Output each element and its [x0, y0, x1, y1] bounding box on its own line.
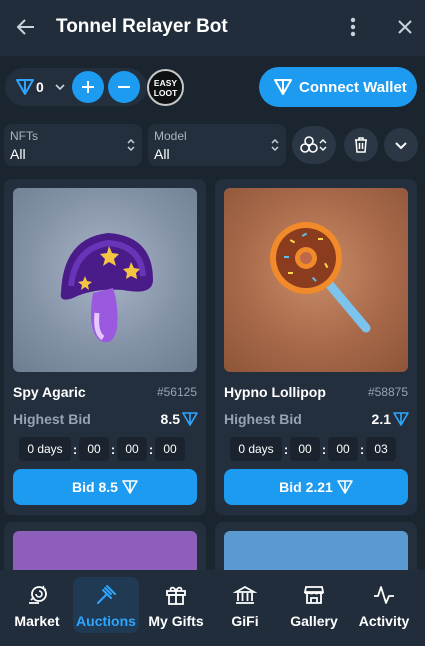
bank-icon [233, 585, 257, 604]
gift-number: #56125 [156, 385, 197, 399]
chevron-down-icon [395, 142, 407, 150]
nav-item-market[interactable]: Market [4, 577, 70, 633]
bid-button-label: Bid 2.21 [279, 479, 333, 495]
ton-icon [337, 480, 353, 494]
timer-seconds: 03 [366, 437, 396, 461]
ton-icon [182, 412, 198, 426]
nav-label: Activity [358, 613, 410, 629]
bid-button[interactable]: Bid 8.5 [13, 469, 197, 505]
countdown-timer: 0 days : 00 : 00 : 03 [230, 437, 396, 461]
nav-item-gifi[interactable]: GiFi [212, 577, 278, 633]
nav-label: My Gifts [148, 613, 204, 629]
gift-image [13, 188, 197, 372]
nav-label: Gallery [290, 613, 338, 629]
trash-icon [355, 137, 367, 153]
timer-separator: : [283, 441, 289, 457]
more-vertical-icon[interactable] [344, 14, 362, 40]
filter-value: All [154, 146, 170, 162]
timer-days: 0 days [230, 437, 282, 461]
lollipop-gift-icon [270, 222, 371, 333]
app-header: Tonnel Relayer Bot [0, 0, 425, 56]
timer-hours: 00 [290, 437, 320, 461]
gift-image [224, 188, 408, 372]
nav-label: GiFi [231, 613, 259, 629]
activity-icon [374, 586, 394, 604]
logo-text-top: EASY [153, 78, 178, 88]
highest-bid-value: 8.5 [160, 411, 180, 427]
timer-days: 0 days [19, 437, 71, 461]
minus-icon [118, 86, 130, 88]
filter-label: NFTs [10, 129, 38, 143]
ton-balance: 0 [36, 79, 44, 95]
highest-bid-value: 2.1 [371, 411, 391, 427]
filter-value: All [10, 146, 26, 162]
bid-button-label: Bid 8.5 [72, 479, 118, 495]
timer-minutes: 00 [328, 437, 358, 461]
easy-loot-logo[interactable]: EASY LOOT [147, 69, 184, 106]
back-arrow-icon[interactable] [14, 14, 38, 40]
updown-chevron-icon [271, 138, 279, 152]
logo-text-bottom: LOOT [153, 88, 178, 98]
countdown-timer: 0 days : 00 : 00 : 00 [19, 437, 185, 461]
updown-chevron-icon [127, 138, 135, 152]
bid-button[interactable]: Bid 2.21 [224, 469, 408, 505]
model-filter-select[interactable]: Model All [148, 124, 286, 166]
market-icon [29, 585, 47, 604]
nav-label: Market [14, 613, 60, 629]
gift-name: Hypno Lollipop [224, 384, 326, 400]
nav-item-auctions[interactable]: Auctions [73, 577, 139, 633]
chevron-down-icon [55, 84, 65, 91]
filter-label: Model [154, 129, 187, 143]
plus-icon [82, 81, 94, 93]
collection-filter-button[interactable] [292, 126, 336, 164]
auction-card[interactable]: Spy Agaric #56125 Highest Bid 8.5 0 days… [4, 179, 206, 515]
timer-minutes: 00 [117, 437, 147, 461]
ton-icon [122, 480, 138, 494]
highest-bid-label: Highest Bid [13, 411, 91, 427]
gavel-icon [97, 585, 116, 604]
nfts-filter-select[interactable]: NFTs All [4, 124, 142, 166]
timer-separator: : [359, 441, 365, 457]
nav-item-gallery[interactable]: Gallery [281, 577, 347, 633]
gift-name: Spy Agaric [13, 384, 86, 400]
add-balance-button[interactable] [72, 71, 104, 103]
timer-seconds: 00 [155, 437, 185, 461]
timer-separator: : [321, 441, 327, 457]
timer-separator: : [72, 441, 78, 457]
mushroom-gift-icon [60, 233, 153, 343]
ton-icon [393, 412, 409, 426]
timer-hours: 00 [79, 437, 109, 461]
store-icon [303, 586, 325, 604]
ton-icon [16, 79, 34, 95]
close-icon[interactable] [394, 16, 416, 38]
timer-separator: : [148, 441, 154, 457]
ton-icon [274, 79, 292, 95]
page-title: Tonnel Relayer Bot [56, 16, 228, 37]
highest-bid-label: Highest Bid [224, 411, 302, 427]
nav-item-my-gifts[interactable]: My Gifts [143, 577, 209, 633]
auction-card[interactable]: Hypno Lollipop #58875 Highest Bid 2.1 0 … [215, 179, 417, 515]
gift-number: #58875 [367, 385, 408, 399]
clear-filters-button[interactable] [344, 128, 378, 162]
bottom-navigation: Market Auctions My Gifts GiFi Gallery Ac… [0, 570, 425, 646]
connect-wallet-label: Connect Wallet [299, 78, 407, 96]
connect-wallet-button[interactable]: Connect Wallet [259, 67, 417, 107]
nav-item-activity[interactable]: Activity [351, 577, 417, 633]
nav-label: Auctions [76, 613, 136, 629]
cluster-icon [300, 136, 327, 153]
timer-separator: : [110, 441, 116, 457]
expand-filters-button[interactable] [384, 128, 418, 162]
gift-icon [166, 586, 186, 605]
withdraw-balance-button[interactable] [108, 71, 140, 103]
